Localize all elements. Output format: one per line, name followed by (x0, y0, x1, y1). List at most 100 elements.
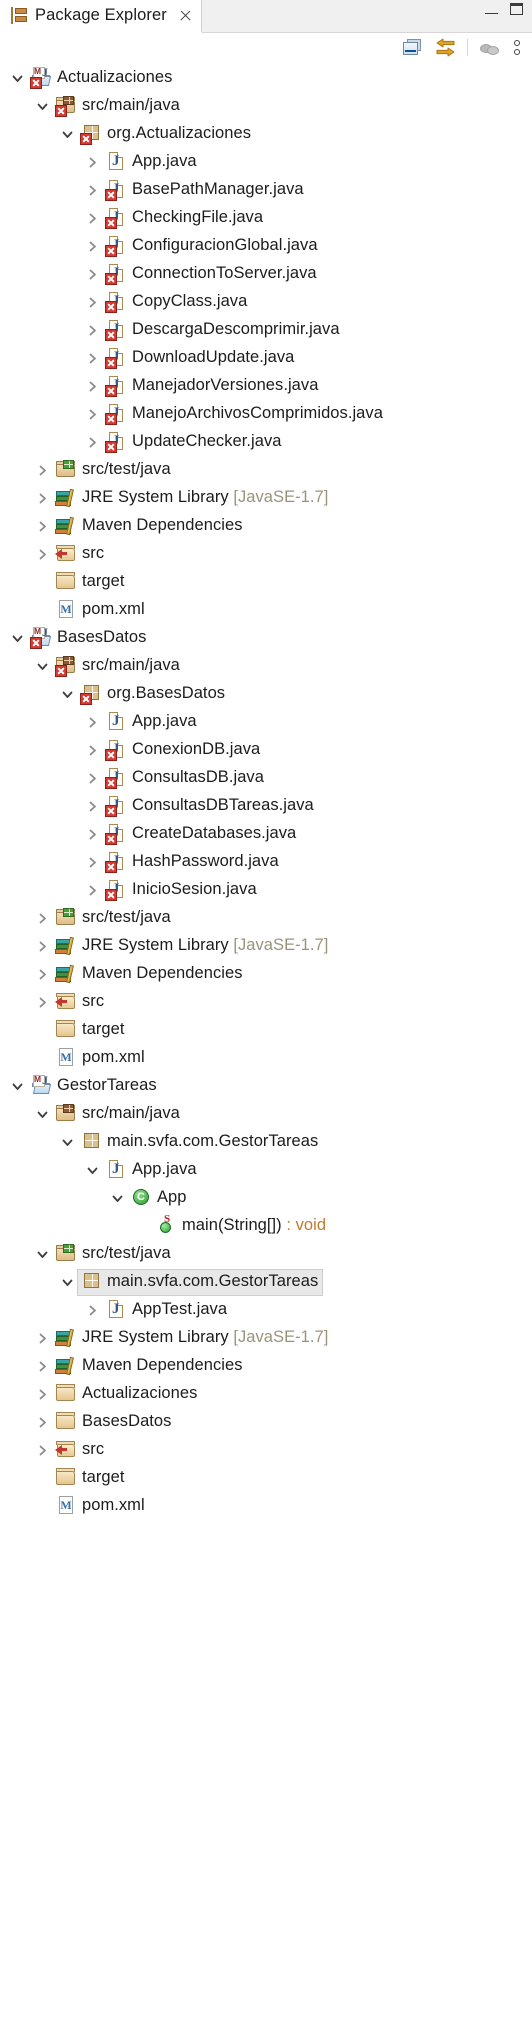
tree-row-content[interactable]: J ConexionDB.java (103, 738, 264, 763)
tree-row-content[interactable]: J ConfiguracionGlobal.java (103, 234, 322, 259)
minimize-icon[interactable] (485, 5, 498, 14)
tree-row[interactable]: org.BasesDatos (0, 680, 532, 708)
tree-row[interactable]: Maven Dependencies (0, 1352, 532, 1380)
chevron-right-icon[interactable] (81, 820, 103, 848)
chevron-right-icon[interactable] (81, 708, 103, 736)
tree-row[interactable]: Actualizaciones (0, 1380, 532, 1408)
chevron-right-icon[interactable] (31, 932, 53, 960)
tree-row-content[interactable]: Maven Dependencies (53, 962, 247, 987)
tree-row-content[interactable]: J ManejoArchivosComprimidos.java (103, 402, 387, 427)
tree-row-content[interactable]: J ConsultasDB.java (103, 766, 268, 791)
tree-row[interactable]: J UpdateChecker.java (0, 428, 532, 456)
chevron-right-icon[interactable] (81, 876, 103, 904)
tree-row[interactable]: M J Actualizaciones (0, 64, 532, 92)
tree-row-content[interactable]: src/test/java (53, 906, 175, 931)
tree-row-content[interactable]: Maven Dependencies (53, 1354, 247, 1379)
chevron-right-icon[interactable] (81, 1296, 103, 1324)
tree-row-content[interactable]: src/main/java (53, 654, 184, 679)
tree-row-content[interactable]: src/test/java (53, 1242, 175, 1267)
maximize-icon[interactable] (510, 3, 523, 15)
chevron-down-icon[interactable] (31, 92, 53, 120)
tree-row[interactable]: J DescargaDescomprimir.java (0, 316, 532, 344)
tree-row-content[interactable]: Actualizaciones (53, 1382, 201, 1407)
chevron-down-icon[interactable] (31, 652, 53, 680)
tree-row-content[interactable]: Mpom.xml (53, 1046, 149, 1071)
tree-row[interactable]: JRE System Library [JavaSE-1.7] (0, 484, 532, 512)
tree-row-content[interactable]: M J GestorTareas (28, 1074, 161, 1099)
chevron-down-icon[interactable] (6, 64, 28, 92)
chevron-right-icon[interactable] (81, 764, 103, 792)
tree-row-content[interactable]: target (53, 1466, 129, 1491)
tree-row[interactable]: target (0, 1464, 532, 1492)
tree-row-content[interactable]: src/main/java (53, 1102, 184, 1127)
chevron-right-icon[interactable] (31, 960, 53, 988)
tree-row[interactable]: Mpom.xml (0, 1492, 532, 1520)
tree-row-content[interactable]: J CreateDatabases.java (103, 822, 300, 847)
tree-row[interactable]: src/test/java (0, 1240, 532, 1268)
tree-row-content[interactable]: J CheckingFile.java (103, 206, 267, 231)
tree-row-content[interactable]: J InicioSesion.java (103, 878, 261, 903)
chevron-right-icon[interactable] (81, 848, 103, 876)
tree-row[interactable]: Maven Dependencies (0, 960, 532, 988)
chevron-down-icon[interactable] (81, 1156, 103, 1184)
tree-row[interactable]: src/test/java (0, 904, 532, 932)
tree-row-content[interactable]: M J Actualizaciones (28, 66, 176, 91)
tree-row-content[interactable]: src (53, 990, 108, 1015)
close-icon[interactable] (178, 8, 193, 23)
chevron-right-icon[interactable] (31, 904, 53, 932)
tree-row-content[interactable]: BasesDatos (53, 1410, 175, 1435)
tree-row-content[interactable]: J HashPassword.java (103, 850, 283, 875)
tree-row-content[interactable]: M J BasesDatos (28, 626, 150, 651)
tree-row-content[interactable]: J ConnectionToServer.java (103, 262, 321, 287)
tree-row[interactable]: J DownloadUpdate.java (0, 344, 532, 372)
view-menu-button[interactable] (479, 37, 501, 59)
view-options-button[interactable] (512, 37, 522, 59)
tree-row[interactable]: Mpom.xml (0, 596, 532, 624)
chevron-down-icon[interactable] (6, 624, 28, 652)
chevron-right-icon[interactable] (31, 1352, 53, 1380)
tree-row[interactable]: Smain(String[]) : void (0, 1212, 532, 1240)
chevron-down-icon[interactable] (56, 680, 78, 708)
chevron-down-icon[interactable] (31, 1240, 53, 1268)
tree-row-content[interactable]: J App.java (103, 710, 201, 735)
chevron-right-icon[interactable] (81, 232, 103, 260)
chevron-right-icon[interactable] (31, 1436, 53, 1464)
chevron-right-icon[interactable] (81, 204, 103, 232)
chevron-right-icon[interactable] (81, 176, 103, 204)
tree-row[interactable]: BasesDatos (0, 1408, 532, 1436)
tree-row[interactable]: main.svfa.com.GestorTareas (0, 1268, 532, 1296)
chevron-down-icon[interactable] (106, 1184, 128, 1212)
chevron-right-icon[interactable] (81, 288, 103, 316)
tree-row-content[interactable]: main.svfa.com.GestorTareas (78, 1130, 322, 1155)
chevron-down-icon[interactable] (6, 1072, 28, 1100)
tree-row-content[interactable]: J App.java (103, 1158, 201, 1183)
tree-row[interactable]: target (0, 568, 532, 596)
tree-row[interactable]: J ConsultasDBTareas.java (0, 792, 532, 820)
chevron-down-icon[interactable] (56, 120, 78, 148)
chevron-right-icon[interactable] (81, 316, 103, 344)
tree-row-content[interactable]: J ManejadorVersiones.java (103, 374, 322, 399)
tree-row[interactable]: J ManejoArchivosComprimidos.java (0, 400, 532, 428)
tree-row-content[interactable]: J UpdateChecker.java (103, 430, 286, 455)
tree-row-content[interactable]: org.Actualizaciones (78, 122, 255, 147)
chevron-right-icon[interactable] (81, 400, 103, 428)
tree-row[interactable]: J App.java (0, 1156, 532, 1184)
tree-row-content[interactable]: target (53, 570, 129, 595)
tree-row[interactable]: src/test/java (0, 456, 532, 484)
chevron-right-icon[interactable] (81, 344, 103, 372)
chevron-right-icon[interactable] (31, 1380, 53, 1408)
tree-row-content[interactable]: Smain(String[]) : void (153, 1213, 330, 1239)
tree-row[interactable]: main.svfa.com.GestorTareas (0, 1128, 532, 1156)
tree-row[interactable]: src (0, 540, 532, 568)
chevron-right-icon[interactable] (81, 736, 103, 764)
tab-package-explorer[interactable]: Package Explorer (0, 0, 202, 33)
link-with-editor-button[interactable] (434, 37, 456, 59)
chevron-right-icon[interactable] (31, 540, 53, 568)
collapse-all-button[interactable] (401, 37, 423, 59)
tree-row-content[interactable]: Maven Dependencies (53, 514, 247, 539)
chevron-right-icon[interactable] (31, 1408, 53, 1436)
tree-row-content[interactable]: src/test/java (53, 458, 175, 483)
tree-row-content[interactable]: J DownloadUpdate.java (103, 346, 298, 371)
tree-row-content[interactable]: C App (128, 1186, 191, 1211)
tree-row-content[interactable]: Mpom.xml (53, 598, 149, 623)
